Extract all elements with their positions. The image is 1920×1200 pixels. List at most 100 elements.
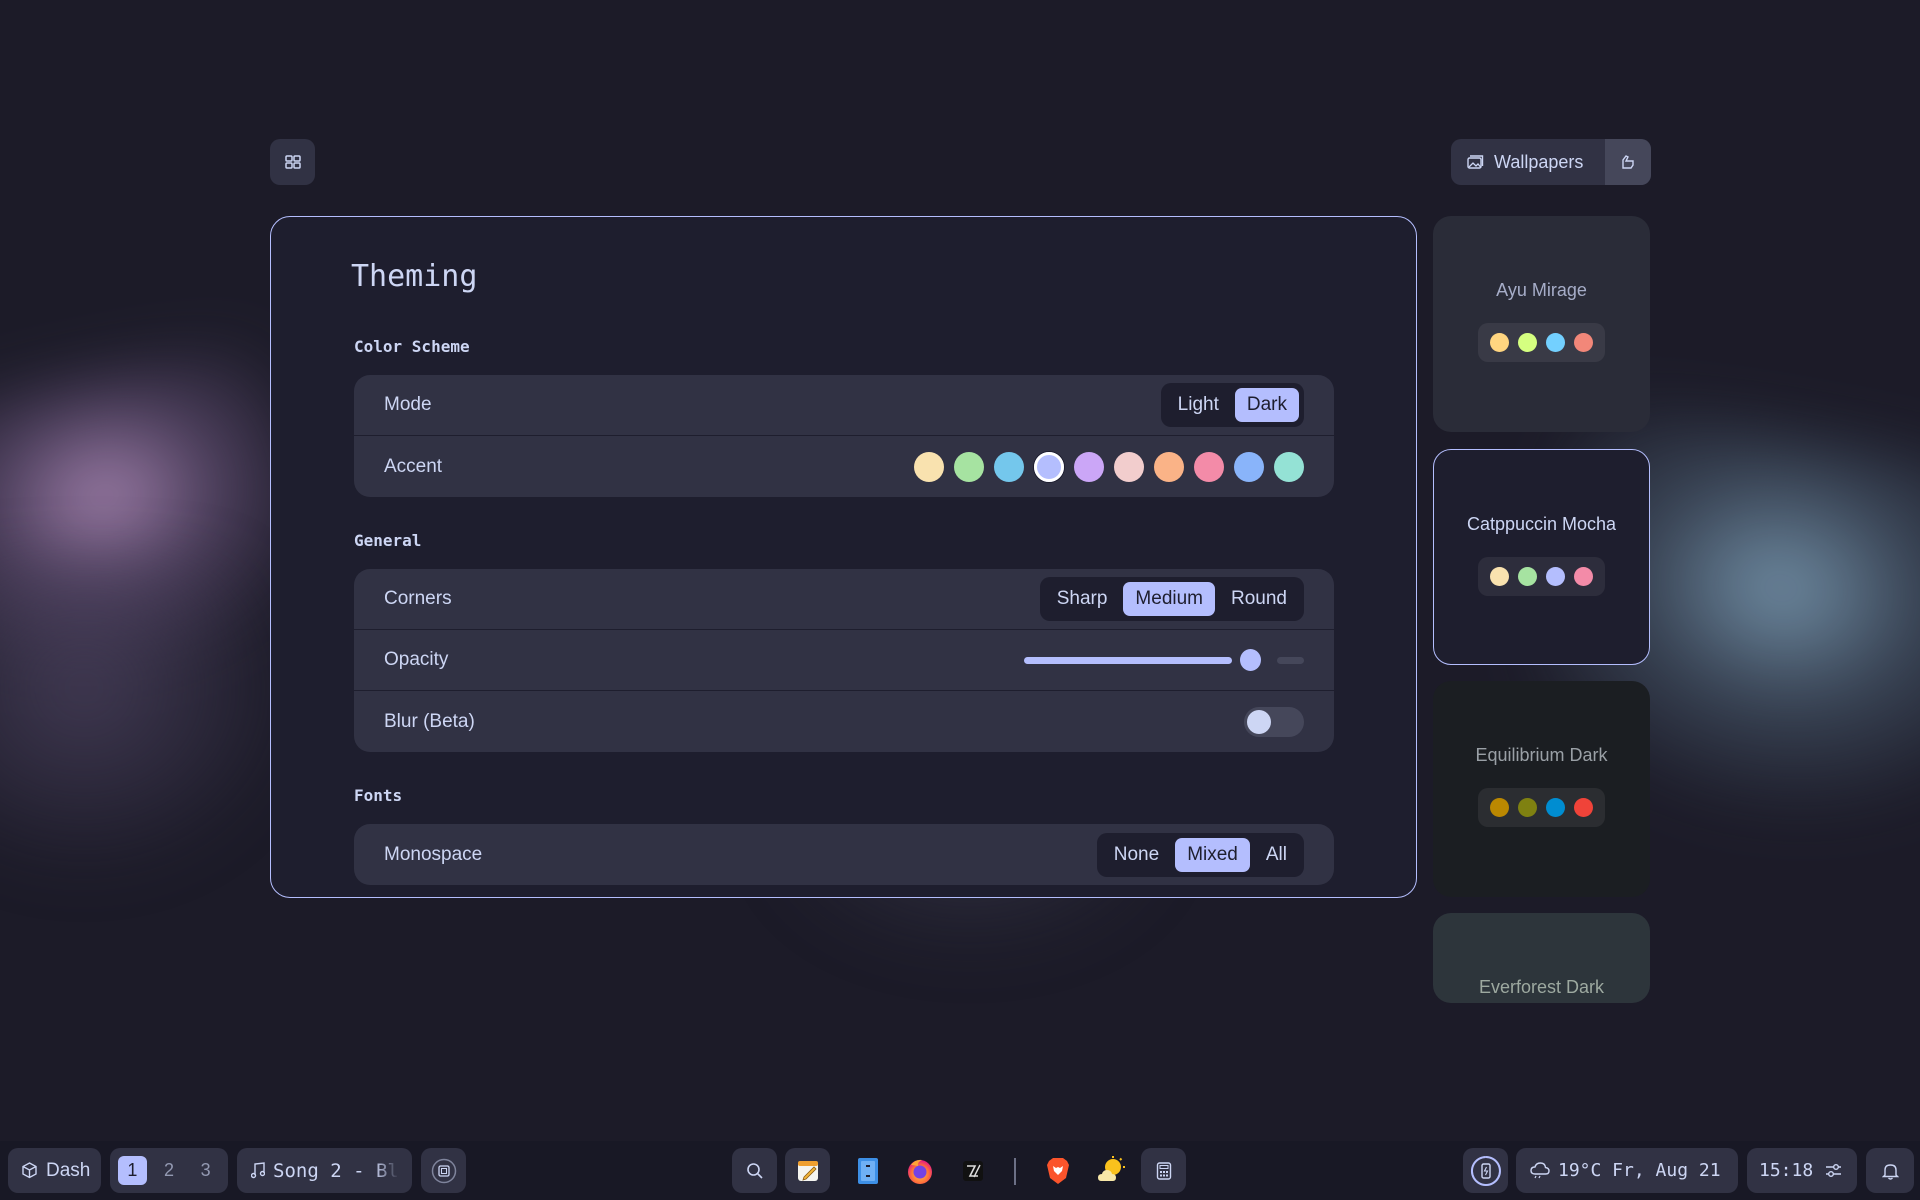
palette-dot-3	[1546, 333, 1565, 352]
accent-swatch-9[interactable]	[1234, 451, 1264, 482]
bell-icon	[1881, 1163, 1899, 1180]
accent-swatch-7[interactable]	[1154, 451, 1184, 482]
clock-widget[interactable]: 15:18	[1747, 1148, 1857, 1193]
monospace-label: Monospace	[384, 843, 483, 865]
corners-option-round[interactable]: Round	[1219, 582, 1299, 616]
monospace-option-mixed[interactable]: Mixed	[1175, 837, 1250, 872]
corners-option-medium[interactable]: Medium	[1123, 582, 1215, 616]
theme-name: Everforest Dark	[1478, 977, 1605, 997]
media-title: Song 2 - Bl	[273, 1159, 399, 1182]
theme-card-ayu-mirage[interactable]: Ayu Mirage	[1433, 216, 1650, 432]
cloud-icon	[1530, 1162, 1550, 1179]
dock-divider	[1014, 1158, 1016, 1185]
mode-option-light[interactable]: Light	[1166, 388, 1231, 422]
brave-button[interactable]	[1035, 1148, 1080, 1193]
mode-option-dark[interactable]: Dark	[1234, 388, 1299, 422]
firefox-button[interactable]	[897, 1148, 942, 1193]
dash-button[interactable]: Dash	[8, 1148, 101, 1193]
grid-icon	[284, 155, 301, 169]
wallpapers-label: Wallpapers	[1494, 151, 1584, 172]
palette-dot-1	[1490, 798, 1509, 817]
accent-swatch-5[interactable]	[1074, 451, 1104, 482]
section-title-fonts: Fonts	[354, 786, 403, 805]
section-title-color-scheme: Color Scheme	[354, 337, 470, 356]
accent-swatch-10[interactable]	[1274, 451, 1304, 482]
theme-card-everforest-dark[interactable]: Everforest Dark	[1433, 913, 1650, 1003]
theme-palette	[1478, 557, 1605, 596]
opacity-slider[interactable]	[1024, 649, 1304, 671]
palette-dot-1	[1490, 333, 1509, 352]
accent-swatch-2[interactable]	[954, 451, 984, 482]
weather-app-button[interactable]	[1088, 1148, 1133, 1193]
firefox-icon	[907, 1159, 932, 1184]
monospace-option-all[interactable]: All	[1254, 838, 1299, 872]
notes-app-icon	[797, 1160, 818, 1181]
weather-date-text: 19°C Fr, Aug 21	[1558, 1160, 1721, 1181]
accent-swatch-3[interactable]	[994, 451, 1024, 482]
accent-swatch-1[interactable]	[914, 451, 944, 482]
accent-swatch-4[interactable]	[1034, 451, 1064, 482]
theme-card-catppuccin-mocha[interactable]: Catppuccin Mocha	[1433, 449, 1650, 665]
mode-label: Mode	[384, 394, 432, 415]
monospace-row: Monospace None Mixed All	[354, 824, 1334, 885]
monospace-option-none[interactable]: None	[1102, 838, 1171, 872]
cpu-widget[interactable]	[421, 1148, 466, 1193]
accent-row: Accent	[354, 436, 1334, 497]
opacity-label: Opacity	[384, 649, 449, 670]
paintbrush-icon	[1622, 155, 1634, 169]
corners-row: Corners Sharp Medium Round	[354, 569, 1334, 630]
search-button[interactable]	[732, 1148, 777, 1193]
corners-label: Corners	[384, 588, 452, 609]
accent-label: Accent	[384, 455, 443, 477]
general-card: Corners Sharp Medium Round Opacity Blur …	[354, 569, 1334, 752]
blur-toggle[interactable]	[1244, 706, 1304, 737]
battery-widget[interactable]	[1463, 1148, 1508, 1193]
battery-icon	[1470, 1155, 1501, 1186]
brave-icon	[1046, 1157, 1069, 1184]
workspace-1[interactable]: 1	[118, 1156, 147, 1185]
color-picker-button[interactable]	[1605, 139, 1651, 185]
opacity-row: Opacity	[354, 630, 1334, 691]
weather-date-widget[interactable]: 19°C Fr, Aug 21	[1516, 1148, 1738, 1193]
accent-swatches	[914, 451, 1304, 482]
theme-palette	[1478, 323, 1605, 362]
page-title: Theming	[351, 259, 478, 294]
file-manager-button[interactable]	[845, 1148, 890, 1193]
media-widget[interactable]: Song 2 - Bl	[237, 1148, 412, 1193]
mode-row: Mode Light Dark	[354, 375, 1334, 436]
palette-dot-2	[1518, 333, 1537, 352]
palette-dot-4	[1574, 333, 1593, 352]
opacity-slider-handle[interactable]	[1240, 649, 1262, 671]
workspace-2[interactable]: 2	[155, 1156, 184, 1185]
theme-name: Ayu Mirage	[1496, 280, 1587, 300]
monospace-selector: None Mixed All	[1096, 832, 1304, 877]
sliders-icon	[1826, 1164, 1842, 1177]
notes-app-button[interactable]	[785, 1148, 830, 1193]
calculator-icon	[1156, 1161, 1171, 1180]
calculator-button[interactable]	[1141, 1148, 1186, 1193]
workspace-3[interactable]: 3	[191, 1156, 220, 1185]
image-icon	[1467, 154, 1484, 169]
blur-label: Blur (Beta)	[384, 710, 475, 732]
theme-name: Catppuccin Mocha	[1466, 514, 1617, 534]
fonts-card: Monospace None Mixed All	[354, 824, 1334, 885]
theme-name: Equilibrium Dark	[1475, 745, 1608, 765]
blur-toggle-knob	[1247, 709, 1271, 734]
text-editor-icon	[962, 1160, 983, 1181]
mode-selector: Light Dark	[1160, 383, 1304, 427]
section-title-general: General	[354, 531, 422, 550]
wallpapers-button[interactable]: Wallpapers	[1451, 139, 1601, 185]
layout-grid-button[interactable]	[270, 139, 315, 185]
opacity-slider-fill	[1024, 656, 1233, 664]
file-manager-icon	[857, 1157, 878, 1184]
accent-swatch-8[interactable]	[1194, 451, 1224, 482]
music-note-icon	[251, 1162, 265, 1179]
accent-swatch-6[interactable]	[1114, 451, 1144, 482]
theme-card-equilibrium-dark[interactable]: Equilibrium Dark	[1433, 681, 1650, 897]
text-editor-button[interactable]	[950, 1148, 995, 1193]
corners-option-sharp[interactable]: Sharp	[1045, 582, 1120, 616]
dash-label: Dash	[46, 1159, 91, 1181]
wallpaper-glow-left-lower	[0, 560, 300, 880]
corners-selector: Sharp Medium Round	[1039, 577, 1304, 621]
notifications-button[interactable]	[1866, 1148, 1914, 1193]
